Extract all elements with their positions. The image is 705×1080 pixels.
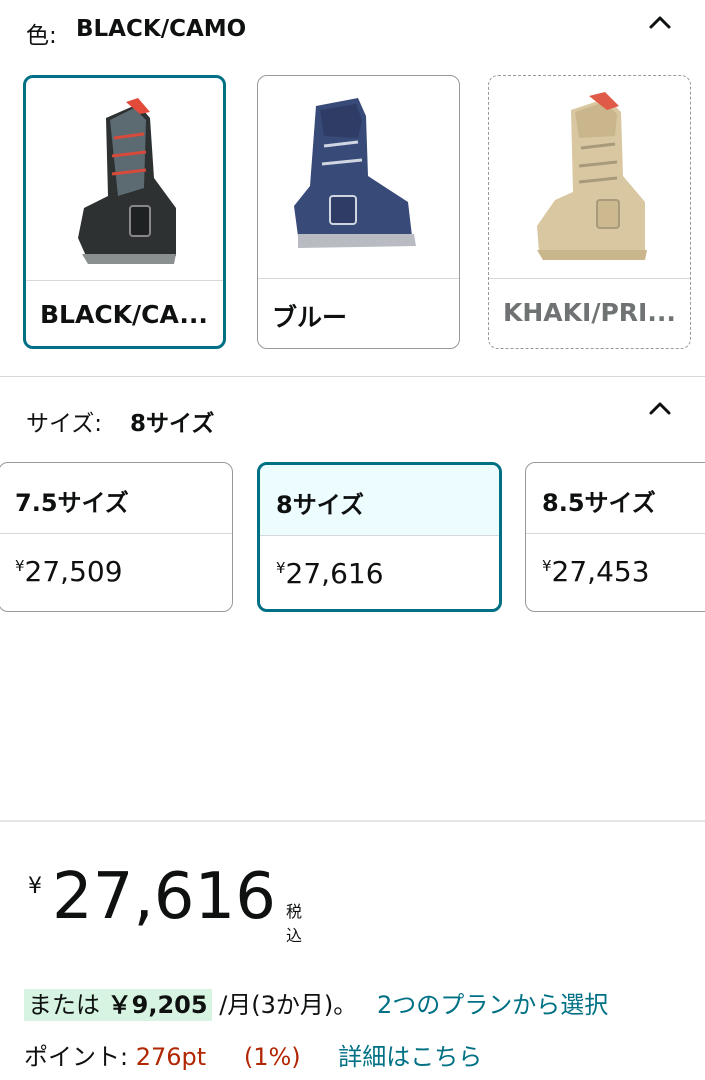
points-label: ポイント: [24, 1043, 129, 1071]
points-details-link[interactable]: 詳細はこちら [338, 1043, 482, 1071]
size-option-price: ¥27,453 [542, 555, 650, 588]
color-option-label: BLACK/CA... [40, 300, 208, 329]
section-divider [0, 820, 705, 822]
installment-amount: ￥9,205 [107, 991, 208, 1019]
size-option-8-5[interactable]: 8.5サイズ ¥27,453 [525, 462, 705, 612]
boot-image-khaki [489, 76, 690, 278]
tax-label: 税込 [286, 902, 303, 945]
color-label: 色: [26, 23, 57, 49]
points-info: ポイント: 276pt (1%) 詳細はこちら [24, 1037, 482, 1072]
size-option-7-5[interactable]: 7.5サイズ ¥27,509 [0, 462, 233, 612]
color-option-khaki[interactable]: KHAKI/PRI... [488, 75, 691, 349]
section-divider [0, 376, 705, 377]
size-label: サイズ: [26, 411, 103, 437]
size-value: 8サイズ [130, 411, 215, 437]
color-value: BLACK/CAMO [76, 16, 247, 42]
boot-image-black-camo [26, 78, 223, 280]
size-option-price: ¥27,509 [15, 555, 123, 588]
color-option-black-camo[interactable]: BLACK/CA... [23, 75, 226, 349]
chevron-up-icon[interactable] [645, 12, 675, 32]
price-amount: 27,616 [52, 860, 276, 934]
installment-period: /月(3か月)。 [219, 991, 358, 1019]
color-option-label: ブルー [272, 303, 348, 332]
installment-highlight: または ￥9,205 [24, 989, 212, 1021]
color-section-header[interactable]: 色: BLACK/CAMO [0, 0, 705, 60]
boot-image-blue [258, 76, 459, 278]
chevron-up-icon[interactable] [645, 398, 675, 418]
size-option-label: 8サイズ [276, 491, 364, 519]
size-option-label: 8.5サイズ [542, 489, 656, 517]
installment-plan-link[interactable]: 2つのプランから選択 [377, 991, 608, 1019]
color-option-label: KHAKI/PRI... [503, 298, 676, 327]
points-value: 276pt [135, 1043, 207, 1071]
color-option-blue[interactable]: ブルー [257, 75, 460, 349]
size-option-label: 7.5サイズ [15, 489, 129, 517]
installment-info: または ￥9,205 /月(3か月)。 2つのプランから選択 [24, 985, 608, 1021]
points-percent: (1%) [243, 1043, 301, 1071]
price-currency: ¥ [28, 874, 42, 899]
size-option-price: ¥27,616 [276, 557, 384, 590]
size-option-8[interactable]: 8サイズ ¥27,616 [257, 462, 502, 612]
size-section-header[interactable]: サイズ: 8サイズ [0, 386, 705, 446]
